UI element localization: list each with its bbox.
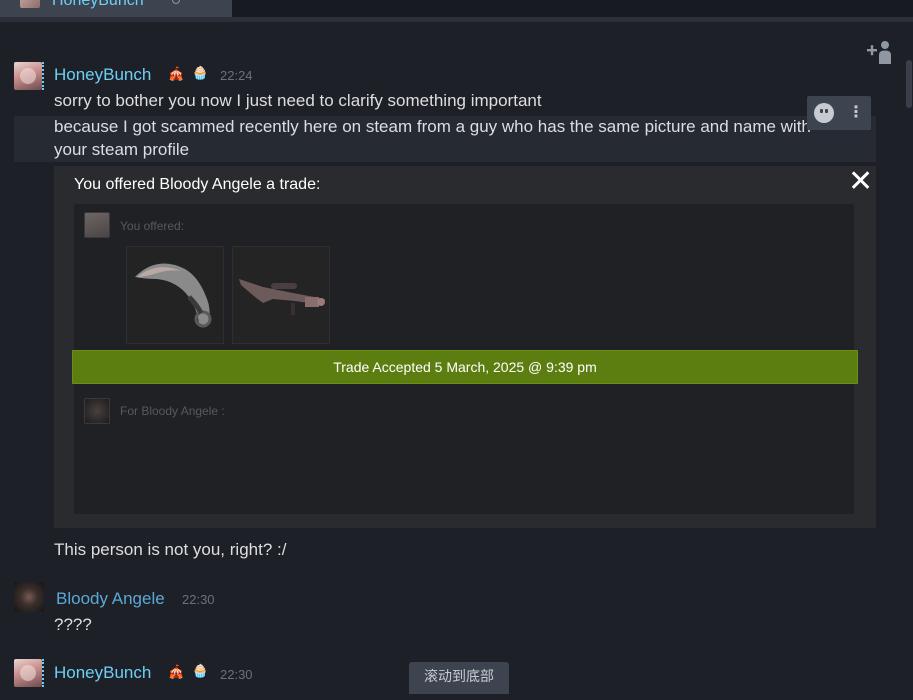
divider <box>0 17 913 22</box>
author-name[interactable]: Bloody Angele <box>56 589 165 609</box>
trade-title: You offered Bloody Angele a trade: <box>74 176 321 193</box>
award-badge-icon: 🧁 <box>192 663 209 678</box>
timestamp: 22:24 <box>220 68 253 83</box>
award-badge-icon: 🧁 <box>192 65 209 80</box>
trade-details: You offered: Trade Accepted 5 March, 202… <box>72 204 858 514</box>
message-hover-toolbar: ⋮ <box>807 96 871 130</box>
author-name[interactable]: HoneyBunch <box>54 65 151 85</box>
chat-tab-honeybunch[interactable]: HoneyBunch <box>0 0 232 17</box>
recipient-avatar <box>84 398 110 424</box>
award-badge-icon: 🎪 <box>168 66 185 81</box>
trade-offer-card: You offered Bloody Angele a trade: ✕ You… <box>54 166 876 528</box>
avatar[interactable] <box>14 582 44 612</box>
message-text: ???? <box>54 615 92 634</box>
trade-item-slot[interactable] <box>232 246 330 344</box>
message-text: because I got scammed recently here on s… <box>54 117 811 136</box>
sniper-rifle-icon <box>239 279 325 315</box>
scroll-to-bottom-button[interactable]: 滚动到底部 <box>409 662 509 694</box>
avatar-frame <box>42 659 46 687</box>
chat-tab-bar: HoneyBunch <box>0 0 913 17</box>
trade-status-bar: Trade Accepted 5 March, 2025 @ 9:39 pm <box>72 350 858 384</box>
you-offered-label: You offered: <box>120 219 185 233</box>
emoji-reaction-icon[interactable] <box>814 103 834 123</box>
tab-name: HoneyBunch <box>52 0 144 9</box>
tab-close-icon[interactable] <box>172 0 180 4</box>
trade-status-text: Trade Accepted 5 March, 2025 @ 9:39 pm <box>333 359 597 375</box>
scrollbar[interactable] <box>905 22 913 700</box>
for-label: For Bloody Angele : <box>120 404 225 418</box>
add-friend-icon[interactable] <box>866 40 894 66</box>
message-text: your steam profile <box>54 140 190 159</box>
tab-avatar <box>20 0 40 8</box>
close-icon[interactable]: ✕ <box>848 167 873 197</box>
trade-item-slot[interactable] <box>126 246 224 344</box>
avatar[interactable] <box>14 659 42 687</box>
avatar[interactable] <box>14 62 42 90</box>
timestamp: 22:30 <box>182 592 215 607</box>
more-options-icon[interactable]: ⋮ <box>848 104 864 122</box>
author-name[interactable]: HoneyBunch <box>54 663 151 683</box>
karambit-knife-icon <box>135 263 212 328</box>
offerer-avatar <box>84 212 110 238</box>
avatar-frame <box>42 62 46 90</box>
scrollbar-thumb[interactable] <box>906 60 912 108</box>
message-text: sorry to bother you now I just need to c… <box>54 91 542 110</box>
message-text: This person is not you, right? :/ <box>54 540 287 559</box>
award-badge-icon: 🎪 <box>168 664 185 679</box>
timestamp: 22:30 <box>220 667 253 682</box>
